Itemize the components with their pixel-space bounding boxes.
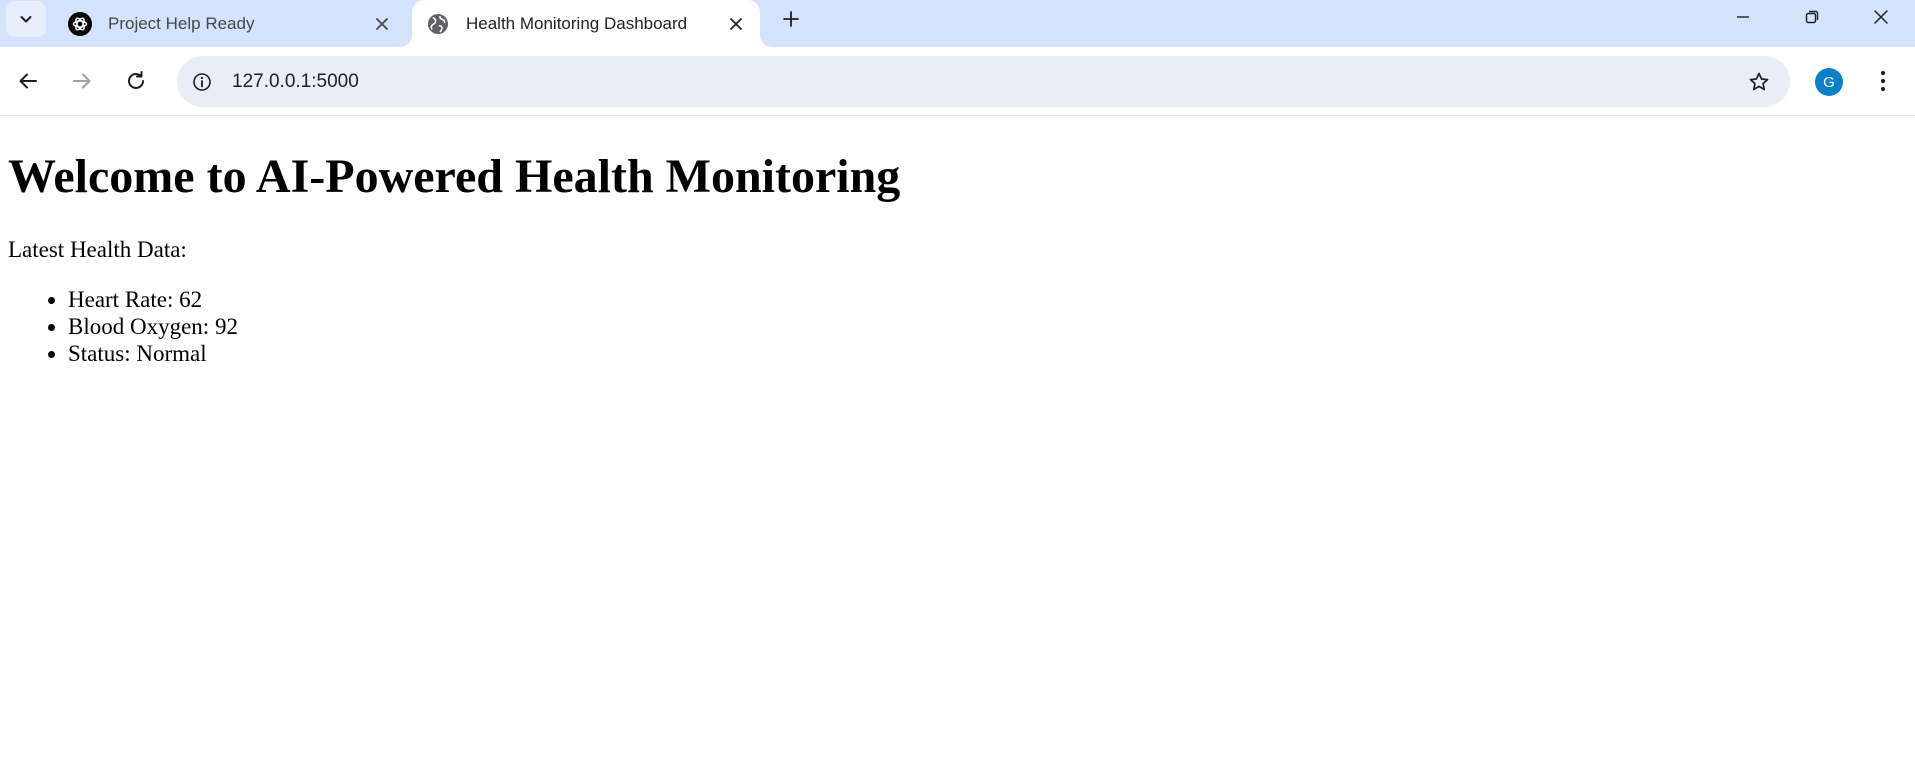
restore-icon	[1805, 10, 1819, 24]
arrow-right-icon	[73, 73, 91, 89]
close-tab-icon[interactable]	[368, 10, 396, 38]
page-title: Welcome to AI-Powered Health Monitoring	[8, 150, 901, 203]
chatgpt-logo-icon	[68, 11, 92, 36]
restore-button[interactable]	[1784, 0, 1840, 34]
forward-button[interactable]	[65, 64, 99, 98]
tab-title: Health Monitoring Dashboard	[466, 13, 688, 33]
site-info-icon[interactable]	[187, 67, 217, 97]
page-content: Welcome to AI-Powered Health Monitoring …	[0, 117, 1915, 759]
list-item-heart-rate: Heart Rate: 62	[68, 286, 238, 313]
profile-avatar[interactable]: G	[1815, 68, 1843, 96]
tab-project-help-ready[interactable]: Project Help Ready	[56, 0, 406, 47]
tab-health-monitoring-dashboard[interactable]: Health Monitoring Dashboard	[412, 0, 760, 47]
browser-menu-button[interactable]	[1866, 64, 1900, 98]
list-item-blood-oxygen: Blood Oxygen: 92	[68, 313, 238, 340]
reload-button[interactable]	[119, 64, 153, 98]
close-tab-icon[interactable]	[722, 10, 750, 38]
url-text[interactable]: 127.0.0.1:5000	[232, 71, 1742, 93]
plus-icon	[783, 11, 799, 27]
health-data-list: Heart Rate: 62 Blood Oxygen: 92 Status: …	[0, 286, 238, 367]
health-data-intro: Latest Health Data:	[8, 237, 187, 262]
chevron-down-icon	[20, 16, 32, 23]
close-icon	[1874, 10, 1888, 24]
minimize-icon	[1737, 16, 1749, 18]
back-button[interactable]	[11, 64, 45, 98]
tab-title: Project Help Ready	[108, 13, 255, 33]
reload-icon	[128, 71, 144, 89]
bookmark-star-icon[interactable]	[1742, 65, 1776, 99]
globe-icon	[426, 12, 450, 36]
arrow-left-icon	[19, 73, 37, 89]
tab-strip: Project Help Ready Health Monitoring Das…	[0, 0, 1915, 47]
address-bar[interactable]: 127.0.0.1:5000	[177, 56, 1790, 107]
tab-search-button[interactable]	[6, 1, 46, 37]
new-tab-button[interactable]	[776, 4, 806, 34]
list-item-status: Status: Normal	[68, 340, 238, 367]
more-vertical-icon	[1880, 70, 1886, 92]
close-window-button[interactable]	[1853, 0, 1909, 34]
browser-window: Project Help Ready Health Monitoring Das…	[0, 0, 1915, 759]
browser-toolbar: 127.0.0.1:5000 G	[0, 47, 1915, 116]
profile-initial: G	[1823, 73, 1835, 91]
minimize-button[interactable]	[1715, 0, 1771, 34]
